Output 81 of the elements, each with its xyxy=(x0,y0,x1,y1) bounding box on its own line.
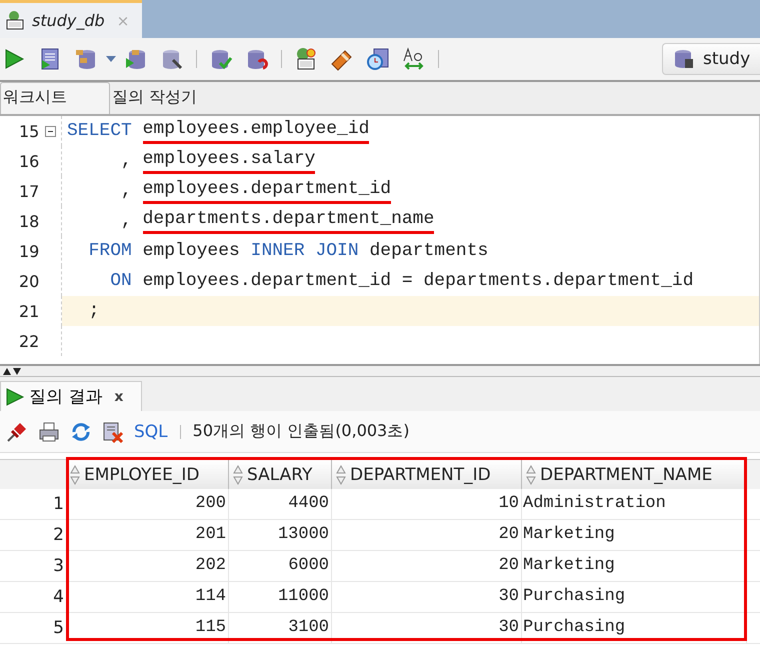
column-header[interactable]: DEPARTMENT_ID xyxy=(332,460,522,489)
sql-link[interactable]: SQL xyxy=(134,422,168,442)
editor-tab[interactable]: 질의 작성기 xyxy=(110,83,212,114)
database-run-icon[interactable] xyxy=(124,47,148,71)
document-tab-title: study_db xyxy=(32,11,105,30)
table-cell: 200 xyxy=(66,489,229,519)
table-cell: 202 xyxy=(66,551,229,581)
table-cell: Purchasing xyxy=(522,613,747,643)
code-token: departments.department_name xyxy=(142,208,434,234)
fetch-status: 50개의 행이 인출됨(0,003초) xyxy=(192,421,410,442)
line-number: 21 xyxy=(18,302,40,320)
table-cell: 201 xyxy=(66,520,229,550)
refresh-icon[interactable] xyxy=(70,420,92,442)
run-icon xyxy=(5,386,25,406)
sort-icon xyxy=(336,464,346,484)
table-cell: 3100 xyxy=(229,613,332,643)
database-undo-icon[interactable] xyxy=(245,47,269,71)
table-cell: 6000 xyxy=(229,551,332,581)
document-tab[interactable]: study_db × xyxy=(0,0,142,38)
pushpin-icon[interactable] xyxy=(6,420,28,442)
row-number: 4 xyxy=(52,586,65,609)
table-cell: 20 xyxy=(332,520,522,550)
code-token: SELECT xyxy=(67,121,133,141)
line-number: 22 xyxy=(18,332,40,350)
sort-icon xyxy=(526,464,536,484)
line-number: 17 xyxy=(18,182,40,200)
row-number: 1 xyxy=(52,493,65,516)
row-number: 5 xyxy=(52,617,65,640)
line-number: 18 xyxy=(18,212,40,230)
database-wrench-icon[interactable] xyxy=(160,47,184,71)
code-token: , xyxy=(120,211,133,231)
query-result-tab-title: 질의 결과 xyxy=(29,386,102,408)
code-token: , xyxy=(120,151,133,171)
code-token: departments xyxy=(368,241,488,261)
editor-tab[interactable]: 워크시트 xyxy=(0,82,110,114)
column-header[interactable]: EMPLOYEE_ID xyxy=(66,460,229,489)
code-token: , xyxy=(120,181,133,201)
table-cell: Purchasing xyxy=(522,582,747,612)
code-token: employees.department_id = departments.department_id xyxy=(142,271,694,291)
line-number: 20 xyxy=(18,272,40,290)
table-cell: 10 xyxy=(332,489,522,519)
table-cell: Marketing xyxy=(522,551,747,581)
table-cell: Administration xyxy=(522,489,747,519)
table-cell: 13000 xyxy=(229,520,332,550)
table-cell: 30 xyxy=(332,613,522,643)
code-token: employees xyxy=(142,241,241,261)
code-token: ON xyxy=(109,271,132,291)
font-case-icon[interactable] xyxy=(402,47,426,71)
table-cell: 115 xyxy=(66,613,229,643)
table-cell: 11000 xyxy=(229,582,332,612)
sort-icon xyxy=(233,464,243,484)
database-icon[interactable] xyxy=(74,47,98,71)
code-token: employees.employee_id xyxy=(142,118,370,144)
code-token: INNER JOIN xyxy=(250,241,359,261)
query-result-tab[interactable]: 질의 결과 x xyxy=(0,381,142,411)
table-cell: 20 xyxy=(332,551,522,581)
clock-document-icon[interactable] xyxy=(366,47,390,71)
document-delete-icon[interactable] xyxy=(102,420,124,442)
table-cell: 114 xyxy=(66,582,229,612)
row-number: 3 xyxy=(52,555,65,578)
table-cell: 4400 xyxy=(229,489,332,519)
line-number: 15 xyxy=(18,122,40,140)
table-cell: Marketing xyxy=(522,520,747,550)
code-token: employees.salary xyxy=(142,148,316,174)
code-token: ; xyxy=(88,301,100,321)
line-number: 19 xyxy=(18,242,40,260)
expand-arrows-icon[interactable] xyxy=(2,367,22,375)
connection-button[interactable]: study xyxy=(662,43,760,75)
column-header[interactable]: DEPARTMENT_NAME xyxy=(522,460,747,489)
close-icon[interactable]: x xyxy=(114,388,124,404)
sort-icon xyxy=(70,464,80,484)
printer-icon[interactable] xyxy=(38,420,60,442)
collapse-icon[interactable] xyxy=(44,126,56,136)
code-token: employees.department_id xyxy=(142,178,392,204)
database-check-icon[interactable] xyxy=(209,47,233,71)
row-number: 2 xyxy=(52,524,65,547)
line-number: 16 xyxy=(18,152,40,170)
table-cell: 30 xyxy=(332,582,522,612)
dropdown-caret-icon[interactable] xyxy=(106,56,116,62)
code-token: FROM xyxy=(88,241,132,261)
column-header[interactable]: SALARY xyxy=(229,460,332,489)
